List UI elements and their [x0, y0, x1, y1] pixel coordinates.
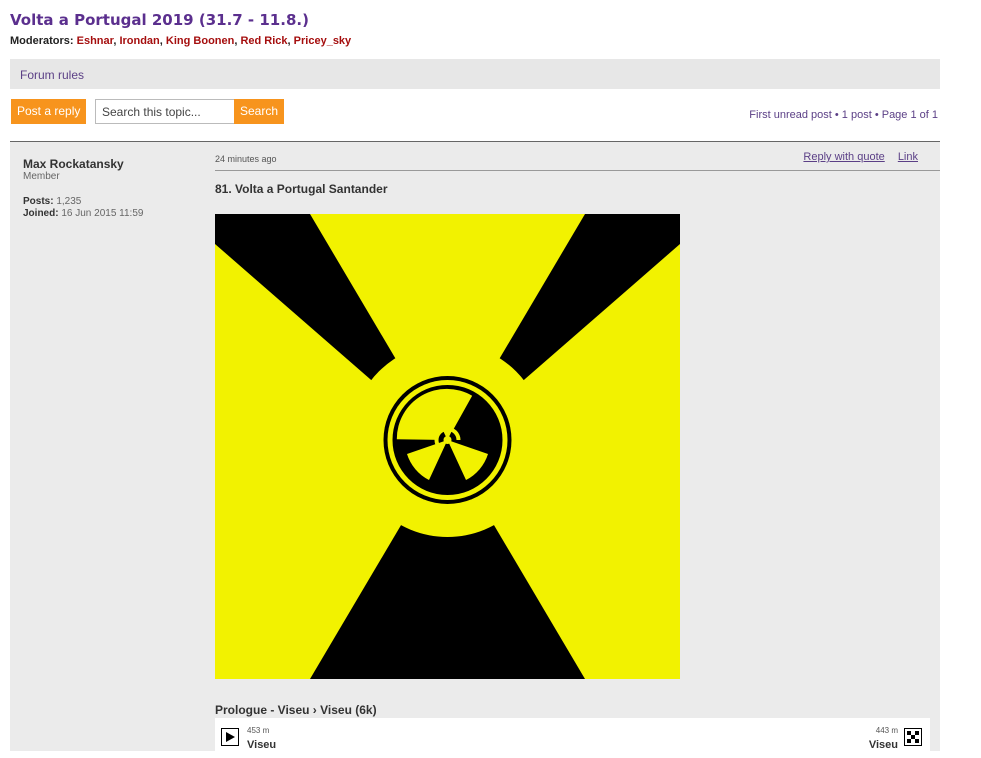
topic-title[interactable]: Volta a Portugal 2019 (31.7 - 11.8.): [10, 11, 309, 29]
moderator-link[interactable]: Red Rick: [240, 35, 287, 47]
joined-label: Joined:: [23, 208, 59, 219]
forum-rules-link[interactable]: Forum rules: [20, 68, 84, 82]
moderator-link[interactable]: King Boonen: [166, 35, 234, 47]
moderators-label: Moderators:: [10, 35, 74, 47]
post-actions: Reply with quote Link: [793, 151, 918, 163]
author-joined: Joined: 16 Jun 2015 11:59: [23, 208, 143, 219]
start-flag-icon: [221, 728, 239, 751]
post-link[interactable]: Link: [898, 151, 918, 163]
post-timestamp[interactable]: 24 minutes ago: [215, 154, 277, 164]
finish-elevation: 443 m: [875, 726, 898, 735]
finish-town: Viseu: [868, 739, 898, 751]
author-rank: Member: [23, 171, 60, 182]
stage-title: Prologue - Viseu › Viseu (6k): [215, 703, 377, 717]
pagination-info[interactable]: First unread post • 1 post • Page 1 of 1: [749, 109, 938, 121]
moderator-link[interactable]: Irondan: [119, 35, 159, 47]
start-elevation: 453 m: [247, 726, 270, 735]
post-title: 81. Volta a Portugal Santander: [215, 182, 388, 196]
search-button[interactable]: Search: [234, 99, 285, 124]
finish-flag-icon: [904, 728, 922, 751]
start-point: 453 m Viseu: [247, 726, 276, 753]
radiation-hazard-image: [215, 214, 680, 679]
moderator-link[interactable]: Pricey_sky: [294, 35, 352, 47]
post-author[interactable]: Max Rockatansky: [23, 157, 124, 171]
search-topic-input[interactable]: [95, 99, 241, 124]
post-reply-button[interactable]: Post a reply: [11, 99, 87, 124]
forum-rules-bar: Forum rules: [10, 59, 940, 89]
post-body: 24 minutes ago Reply with quote Link 81.…: [215, 142, 940, 758]
finish-point: 443 m Viseu: [869, 726, 898, 753]
posts-value[interactable]: 1,235: [56, 196, 81, 207]
reply-with-quote-link[interactable]: Reply with quote: [803, 151, 884, 163]
stage-profile: 453 m Viseu 443 m Viseu: [215, 718, 930, 758]
posts-label: Posts:: [23, 196, 54, 207]
post-divider: [215, 170, 940, 171]
moderators-line: Moderators: Eshnar, Irondan, King Boonen…: [10, 35, 352, 47]
start-town: Viseu: [247, 739, 277, 751]
moderator-link[interactable]: Eshnar: [77, 35, 114, 47]
author-posts: Posts: 1,235: [23, 196, 81, 207]
post: Max Rockatansky Member Posts: 1,235 Join…: [10, 141, 940, 758]
joined-value: 16 Jun 2015 11:59: [61, 208, 144, 219]
